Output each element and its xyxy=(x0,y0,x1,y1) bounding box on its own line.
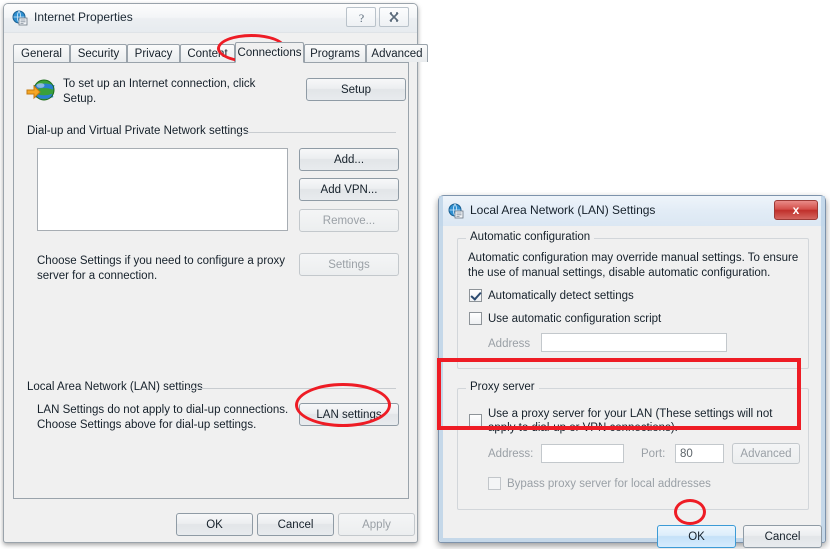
add-button[interactable]: Add... xyxy=(299,148,399,171)
lan-cancel-button-label: Cancel xyxy=(764,530,801,543)
internet-properties-icon xyxy=(12,10,28,26)
lan-settings-dialog: Local Area Network (LAN) Settings x Auto… xyxy=(438,195,826,548)
tab-privacy[interactable]: Privacy xyxy=(127,44,180,62)
internet-properties-footer: OK Cancel Apply xyxy=(4,508,417,538)
lan-ok-button[interactable]: OK xyxy=(657,525,736,548)
use-automatic-configuration-script-checkbox[interactable] xyxy=(469,312,482,325)
tab-content[interactable]: Content xyxy=(180,44,235,62)
ok-button-label: OK xyxy=(206,518,223,531)
lan-ok-button-label: OK xyxy=(688,530,705,543)
bypass-proxy-checkbox xyxy=(488,477,501,490)
internet-properties-titlebar: Internet Properties ? xyxy=(4,4,417,33)
tab-strip: General Security Privacy Content Connect… xyxy=(13,42,428,63)
lan-settings-titlebar: Local Area Network (LAN) Settings x xyxy=(439,196,825,226)
close-icon[interactable]: x xyxy=(774,200,818,220)
use-proxy-server-checkbox[interactable] xyxy=(469,414,482,427)
tab-label: Programs xyxy=(310,47,360,60)
settings-button: Settings xyxy=(299,253,399,276)
proxy-address-label: Address: xyxy=(488,448,534,460)
dialup-group-rule xyxy=(238,132,396,133)
window-title: Internet Properties xyxy=(34,10,133,24)
lan-cancel-button[interactable]: Cancel xyxy=(743,525,822,548)
add-vpn-button[interactable]: Add VPN... xyxy=(299,178,399,201)
automatically-detect-settings-label: Automatically detect settings xyxy=(488,290,634,302)
globe-with-arrow-icon xyxy=(26,77,56,105)
tab-connections[interactable]: Connections xyxy=(235,42,304,63)
close-button[interactable] xyxy=(379,7,409,27)
tab-label: Advanced xyxy=(371,47,423,60)
cancel-button[interactable]: Cancel xyxy=(257,513,334,536)
remove-button-label: Remove... xyxy=(322,214,376,227)
auto-config-address-label: Address xyxy=(488,338,531,350)
add-vpn-button-label: Add VPN... xyxy=(320,183,378,196)
use-automatic-configuration-script-label: Use automatic configuration script xyxy=(488,313,662,325)
remove-button: Remove... xyxy=(299,209,399,232)
setup-row: To set up an Internet connection, click … xyxy=(26,75,406,111)
internet-properties-icon xyxy=(448,203,464,219)
lan-settings-button[interactable]: LAN settings xyxy=(299,403,399,426)
settings-button-label: Settings xyxy=(328,258,370,271)
close-button-label: x xyxy=(792,203,800,217)
lan-settings-button-label: LAN settings xyxy=(316,408,382,421)
question-mark-icon: ? xyxy=(358,11,363,24)
apply-button: Apply xyxy=(338,513,415,536)
setup-button-label: Setup xyxy=(340,83,372,96)
automatically-detect-settings-checkbox[interactable] xyxy=(469,289,482,302)
automatic-configuration-label: Automatic configuration xyxy=(466,231,595,243)
svg-text:?: ? xyxy=(358,11,363,24)
cancel-button-label: Cancel xyxy=(277,518,314,531)
tab-label: General xyxy=(21,47,62,60)
add-button-label: Add... xyxy=(333,153,365,166)
screenshot-root: Internet Properties ? General Security P… xyxy=(0,0,830,549)
ok-button[interactable]: OK xyxy=(176,513,253,536)
proxy-address-input[interactable] xyxy=(541,444,624,463)
help-button[interactable]: ? xyxy=(346,7,376,27)
dialup-group-label: Dial-up and Virtual Private Network sett… xyxy=(27,125,255,137)
connections-tab-page: To set up an Internet connection, click … xyxy=(13,62,409,499)
dialup-connections-list[interactable] xyxy=(37,148,288,231)
proxy-server-label: Proxy server xyxy=(466,381,539,393)
lan-group-label: Local Area Network (LAN) settings xyxy=(27,381,209,393)
tab-label: Privacy xyxy=(134,47,173,60)
advanced-button: Advanced xyxy=(732,443,800,464)
bypass-proxy-label: Bypass proxy server for local addresses xyxy=(507,478,711,490)
tab-label: Security xyxy=(77,47,120,60)
close-icon xyxy=(389,12,399,22)
setup-button[interactable]: Setup xyxy=(306,78,406,101)
tab-programs[interactable]: Programs xyxy=(304,44,366,62)
use-proxy-server-label: Use a proxy server for your LAN (These s… xyxy=(488,408,773,434)
lan-group-rule xyxy=(186,388,396,389)
tab-label: Connections xyxy=(237,46,302,59)
lan-settings-title: Local Area Network (LAN) Settings xyxy=(470,203,656,217)
tab-label: Content xyxy=(187,47,228,60)
advanced-button-label: Advanced xyxy=(740,447,792,460)
internet-properties-window: Internet Properties ? General Security P… xyxy=(3,3,428,543)
lan-hint-text: LAN Settings do not apply to dial-up con… xyxy=(37,404,289,431)
tab-security[interactable]: Security xyxy=(70,44,127,62)
setup-description: To set up an Internet connection, click … xyxy=(63,78,256,105)
proxy-port-value: 80 xyxy=(680,447,693,460)
tab-advanced[interactable]: Advanced xyxy=(366,44,428,62)
automatic-configuration-description: Automatic configuration may override man… xyxy=(468,252,799,279)
dialup-hint-text: Choose Settings if you need to configure… xyxy=(37,255,286,282)
proxy-port-input[interactable]: 80 xyxy=(675,444,724,463)
auto-config-address-input[interactable] xyxy=(541,333,727,352)
apply-button-label: Apply xyxy=(362,518,391,531)
proxy-port-label: Port: xyxy=(641,448,666,460)
lan-settings-body: Automatic configuration Automatic config… xyxy=(444,226,822,548)
tab-general[interactable]: General xyxy=(13,44,70,62)
